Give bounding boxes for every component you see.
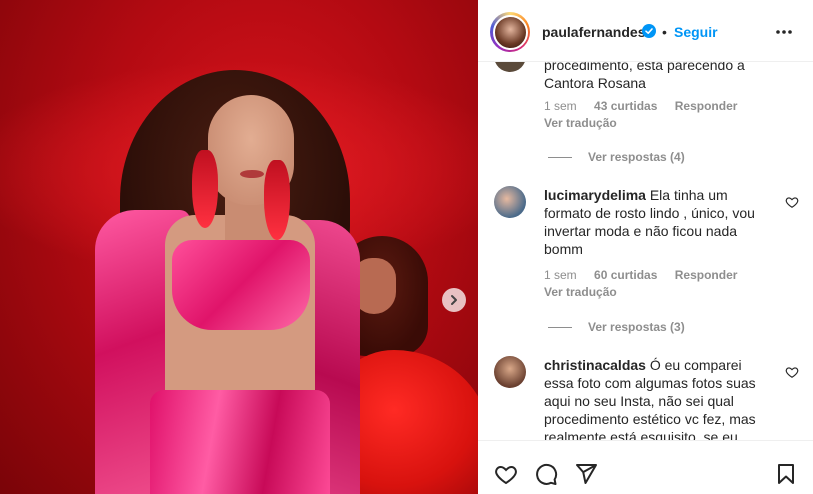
comment-text: christinacaldas Ó eu comparei essa foto … bbox=[544, 357, 756, 440]
post-photo bbox=[0, 0, 478, 494]
comments-list[interactable]: procedimento, está parecendo a Cantora R… bbox=[478, 62, 813, 440]
follow-button[interactable]: Seguir bbox=[674, 24, 718, 40]
more-options-icon[interactable] bbox=[774, 22, 794, 42]
author-username[interactable]: paulafernandes bbox=[542, 24, 645, 40]
comment-likes[interactable]: 43 curtidas bbox=[594, 99, 657, 113]
heart-icon[interactable] bbox=[785, 365, 799, 379]
heart-icon[interactable] bbox=[494, 462, 518, 486]
post-header: paulafernandes • Seguir bbox=[478, 0, 813, 62]
commenter-avatar[interactable] bbox=[494, 62, 526, 72]
comment-time: 1 sem bbox=[544, 99, 577, 113]
next-photo-button[interactable] bbox=[442, 288, 466, 312]
comment-likes[interactable]: 60 curtidas bbox=[594, 268, 657, 282]
comment-text: lucimarydelima Ela tinha um formato de r… bbox=[544, 187, 755, 257]
view-replies-button[interactable]: Ver respostas (3) bbox=[548, 320, 685, 334]
bookmark-icon[interactable] bbox=[774, 462, 798, 486]
comment-meta: 1 sem 60 curtidas Responder bbox=[544, 268, 751, 282]
comment-time: 1 sem bbox=[544, 268, 577, 282]
translate-link[interactable]: Ver tradução bbox=[544, 116, 617, 130]
comment-username[interactable]: christinacaldas bbox=[544, 357, 646, 373]
commenter-avatar[interactable] bbox=[494, 186, 526, 218]
reply-button[interactable]: Responder bbox=[675, 268, 738, 282]
send-icon[interactable] bbox=[574, 462, 598, 486]
commenter-avatar[interactable] bbox=[494, 356, 526, 388]
author-avatar[interactable] bbox=[490, 12, 530, 52]
reply-button[interactable]: Responder bbox=[675, 99, 738, 113]
separator-dot: • bbox=[662, 24, 667, 40]
comment-icon[interactable] bbox=[534, 462, 558, 486]
translate-link[interactable]: Ver tradução bbox=[544, 285, 617, 299]
verified-badge-icon bbox=[642, 24, 656, 38]
comment-meta: 1 sem 43 curtidas Responder bbox=[544, 99, 751, 113]
comment-text: procedimento, está parecendo a Cantora R… bbox=[544, 62, 745, 91]
chevron-right-icon bbox=[451, 295, 457, 305]
comment-username[interactable]: lucimarydelima bbox=[544, 187, 646, 203]
post-side-panel: paulafernandes • Seguir procedimento, es… bbox=[478, 0, 813, 494]
view-replies-button[interactable]: Ver respostas (4) bbox=[548, 150, 685, 164]
heart-icon[interactable] bbox=[785, 195, 799, 209]
post-actions-bar bbox=[478, 440, 813, 494]
